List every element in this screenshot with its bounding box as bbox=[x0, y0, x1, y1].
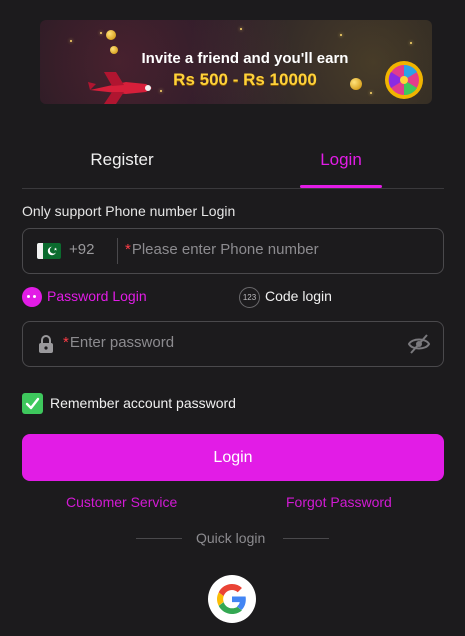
lock-icon bbox=[39, 335, 53, 353]
pakistan-flag-icon bbox=[37, 243, 61, 259]
tab-login[interactable]: Login bbox=[300, 140, 382, 188]
tab-login-label: Login bbox=[320, 150, 362, 169]
numeric-code-icon: 123 bbox=[239, 287, 260, 308]
forgot-password-link[interactable]: Forgot Password bbox=[286, 494, 392, 510]
tabs-divider bbox=[22, 188, 444, 189]
promo-banner[interactable]: Invite a friend and you'll earn Rs 500 -… bbox=[40, 20, 432, 104]
google-login-button[interactable] bbox=[208, 575, 256, 623]
quick-login-divider-right bbox=[283, 538, 329, 539]
phone-separator bbox=[117, 238, 118, 264]
support-note: Only support Phone number Login bbox=[22, 203, 236, 219]
password-placeholder: Enter password bbox=[69, 334, 175, 351]
country-code[interactable]: +92 bbox=[69, 241, 94, 258]
remember-label: Remember account password bbox=[50, 395, 236, 411]
login-button[interactable]: Login bbox=[22, 434, 444, 481]
banner-title: Invite a friend and you'll earn bbox=[141, 50, 349, 67]
quick-login-divider-left bbox=[136, 538, 182, 539]
tab-register-label: Register bbox=[90, 150, 154, 169]
phone-input[interactable]: *Please enter Phone number bbox=[125, 241, 319, 258]
phone-field[interactable]: +92 *Please enter Phone number bbox=[22, 228, 444, 274]
required-mark: * bbox=[125, 241, 131, 258]
checkbox-checked-icon[interactable] bbox=[22, 393, 43, 414]
tab-register[interactable]: Register bbox=[22, 140, 222, 188]
password-dots-icon bbox=[22, 287, 42, 307]
quick-login-label: Quick login bbox=[196, 530, 266, 546]
code-login-label: Code login bbox=[265, 288, 332, 304]
password-login-label: Password Login bbox=[47, 288, 147, 304]
eye-off-icon[interactable] bbox=[407, 333, 431, 355]
banner-amount: Rs 500 - Rs 10000 bbox=[173, 70, 317, 89]
required-mark: * bbox=[63, 334, 69, 351]
password-field[interactable]: *Enter password bbox=[22, 321, 444, 367]
prize-wheel-icon bbox=[385, 61, 423, 99]
auth-tabs: Register Login bbox=[22, 140, 444, 190]
customer-service-link[interactable]: Customer Service bbox=[66, 494, 177, 510]
google-icon bbox=[217, 584, 246, 614]
phone-placeholder: Please enter Phone number bbox=[131, 241, 319, 258]
password-input[interactable]: *Enter password bbox=[63, 334, 174, 351]
